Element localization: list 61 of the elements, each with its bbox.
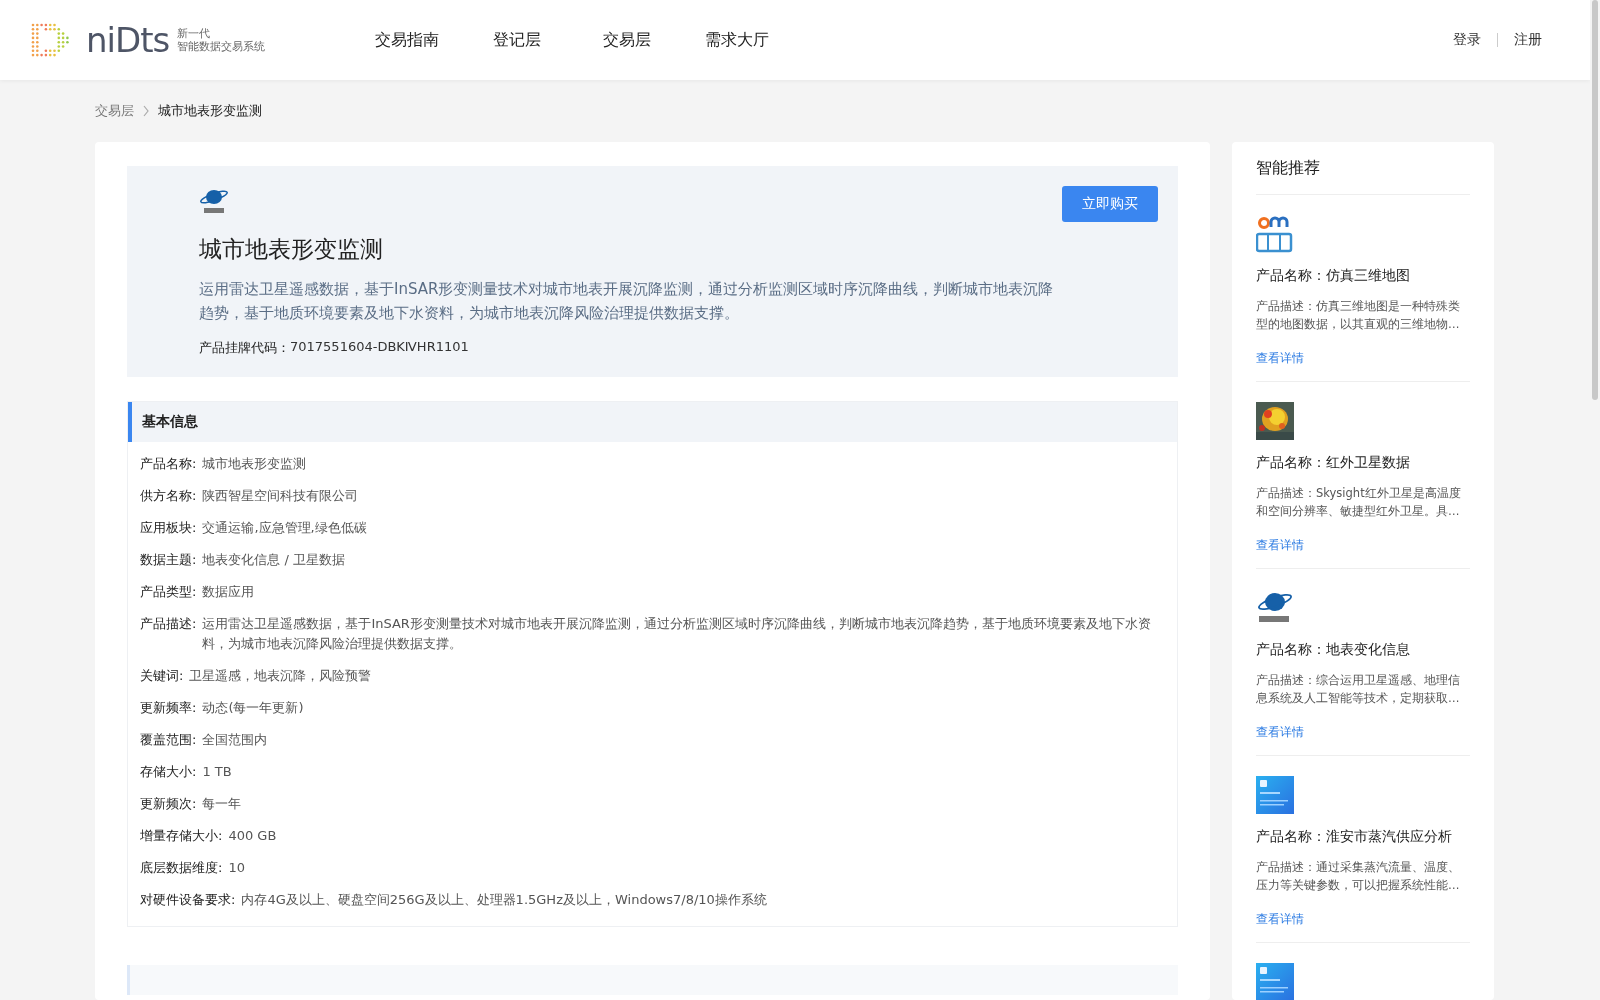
logo-tagline: 新一代 (177, 27, 212, 40)
field-value: 陕西智星空间科技有限公司 (202, 487, 359, 505)
nav-link[interactable]: 登记层 (462, 29, 572, 51)
buy-button[interactable]: 立即购买 (1062, 186, 1158, 222)
product-name: 产品名称：仿真三维地图 (1256, 267, 1411, 285)
product-code: 7017551604-DBKⅣHR1101 (290, 339, 469, 356)
field-label: 对硬件设备要求: (140, 891, 236, 909)
field-value: 地表变化信息 / 卫星数据 (202, 551, 346, 569)
field-label: 产品描述: (140, 615, 197, 633)
field-value: 每一年 (202, 795, 242, 813)
details-link[interactable]: 查看详情 (1256, 537, 1304, 554)
code-label: 产品挂牌代码： (199, 339, 290, 357)
product-title: 城市地表形变监测 (199, 235, 384, 264)
breadcrumb-link[interactable]: 交易层 (95, 102, 134, 120)
field-value: 动态(每一年更新) (202, 699, 304, 717)
logo-tagline: 智能数据交易系统 (177, 40, 266, 53)
field-value: 城市地表形变监测 (202, 455, 307, 473)
field-label: 产品名称: (140, 455, 197, 473)
details-link[interactable]: 查看详情 (1256, 911, 1304, 928)
logo-icon (30, 23, 70, 57)
field-label: 数据主题: (140, 551, 197, 569)
field-value: 交通运输,应急管理,绿色低碳 (202, 519, 367, 537)
field-label: 关键词: (140, 667, 184, 685)
product-name: 产品名称：淮安市蒸汽供应分析 (1256, 828, 1453, 846)
product-description: 产品描述：仿真三维地图是一种特殊类型的地图数据，以其直观的三维地物… (1256, 298, 1461, 333)
details-link[interactable]: 查看详情 (1256, 724, 1304, 741)
chevron-icon (142, 105, 150, 117)
field-value: 数据应用 (202, 583, 255, 601)
field-label: 覆盖范围: (140, 731, 197, 749)
field-value: 1 TB (202, 763, 232, 781)
product-name: 产品名称：地表变化信息 (1256, 641, 1411, 659)
field-label: 更新频率: (140, 699, 197, 717)
product-description: 产品描述：Skysight红外卫星是高温度和空间分辨率、敏捷型红外卫星。具… (1256, 485, 1462, 520)
details-link[interactable]: 查看详情 (1256, 350, 1304, 367)
panel-title: 智能推荐 (1256, 142, 1470, 195)
field-label: 增量存储大小: (140, 827, 223, 845)
field-label: 存储大小: (140, 763, 197, 781)
field-value: 运用雷达卫星遥感数据，基于InSAR形变测量技术对城市地表开展沉降监测，通过分析监测区域时序沉降曲线，判断城市地表沉降趋势，基于地质环境要素及地下水资料，为城市地表沉降风险治理提供数据支撑。 (202, 615, 1152, 653)
field-value: 卫星遥感，地表沉降，风险预警 (189, 667, 372, 685)
field-value: 400 GB (228, 827, 277, 845)
field-value: 10 (228, 859, 245, 877)
product-description: 产品描述：综合运用卫星遥感、地理信息系统及人工智能等技术，定期获取… (1256, 672, 1461, 707)
login-link[interactable]: 登录 (1453, 31, 1481, 49)
nav-link[interactable]: 交易层 (572, 29, 682, 51)
field-label: 产品类型: (140, 583, 197, 601)
section-title: 基本信息 (142, 413, 198, 431)
product-description: 运用雷达卫星遥感数据，基于InSAR形变测量技术对城市地表开展沉降监测，通过分析监测区域时序沉降曲线，判断城市地表沉降趋势，基于地质环境要素及地下水资料，为城市地表沉降风险治理提供数据支撑。 (199, 279, 1055, 324)
product-name: 产品名称：红外卫星数据 (1256, 454, 1411, 472)
field-value: 内存4G及以上、硬盘空间256G及以上、处理器1.5GHz及以上，Windows7/8/10操作系统 (241, 891, 767, 909)
nav-link[interactable]: 需求大厅 (682, 29, 792, 51)
city-logo-icon (1256, 215, 1294, 253)
field-label: 底层数据维度: (140, 859, 223, 877)
field-label: 供方名称: (140, 487, 197, 505)
register-link[interactable]: 注册 (1514, 31, 1542, 49)
breadcrumb-current: 城市地表形变监测 (158, 102, 262, 120)
logo-text: niDts (86, 20, 170, 60)
field-value: 全国范围内 (202, 731, 268, 749)
nav-link[interactable]: 交易指南 (352, 29, 462, 51)
field-label: 应用板块: (140, 519, 197, 537)
field-label: 更新频次: (140, 795, 197, 813)
product-description: 产品描述：通过采集蒸汽流量、温度、压力等关键参数，可以把握系统性能… (1256, 859, 1461, 894)
